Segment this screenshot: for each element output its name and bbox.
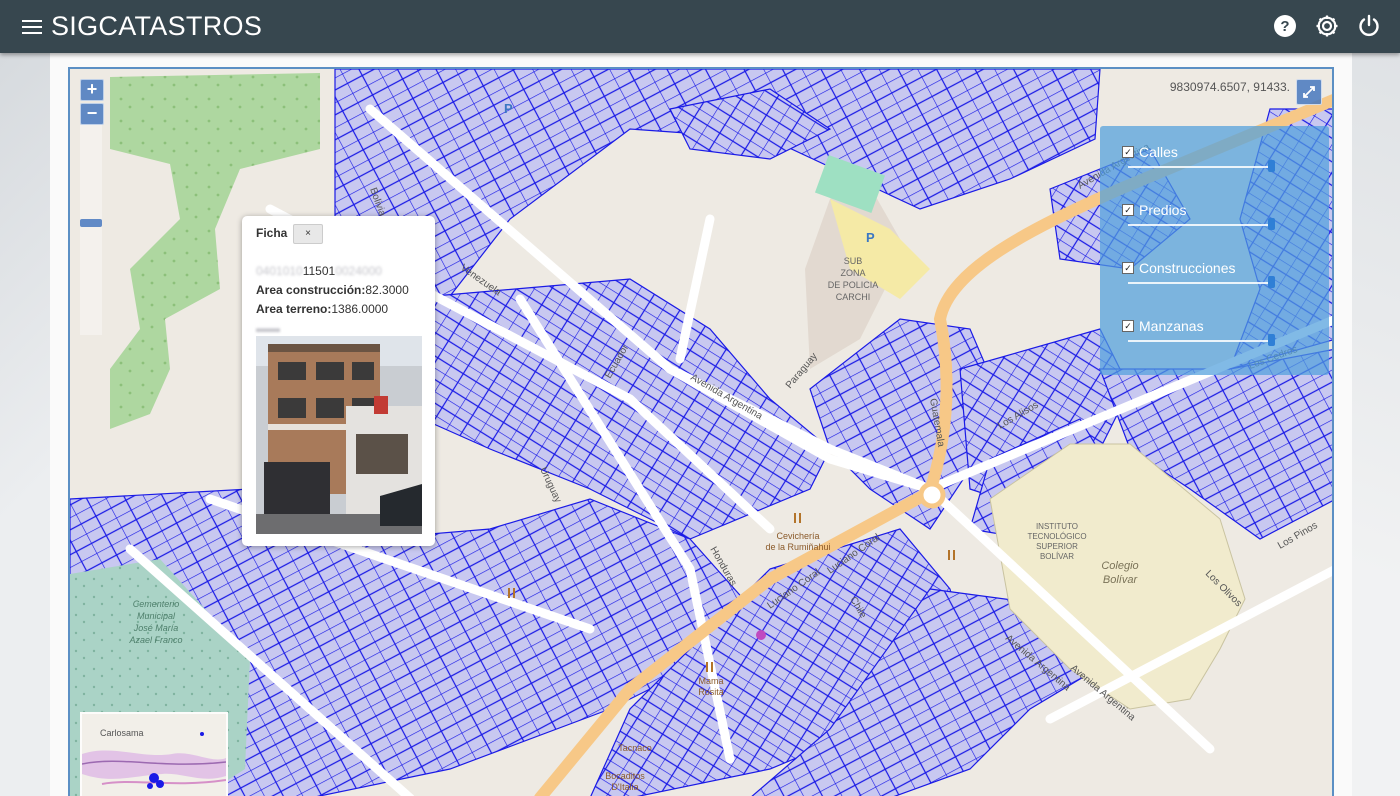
fullscreen-button[interactable] [1296,79,1322,105]
zoom-control: + − [80,79,104,335]
page-background-right [1352,53,1400,796]
layer-toggle-predios[interactable]: ✓ Predios [1122,202,1302,218]
zoom-in-button[interactable]: + [80,79,104,101]
checkbox-icon[interactable]: ✓ [1122,262,1134,274]
cemetery-label-4: Azael Franco [128,635,182,645]
checkbox-icon[interactable]: ✓ [1122,320,1134,332]
layer-row-construcciones: ✓ Construcciones [1122,260,1302,288]
zoom-out-button[interactable]: − [80,103,104,125]
restaurant-label-2: de la Rumiñahui [765,542,830,552]
restaurant-label-3: Mama [698,676,723,686]
layer-switcher: ✓ Calles ✓ Predios ✓ Construcciones ✓ Manzan… [1100,126,1329,375]
layer-toggle-calles[interactable]: ✓ Calles [1122,144,1302,160]
clave-catastral: 0401010115010024000 [256,264,382,278]
app-title: SIGCATASTROS [51,11,263,41]
restaurant-icon [706,662,708,672]
layer-label: Calles [1139,144,1178,160]
feature-info-popup: Ficha × 0401010115010024000 Area constru… [242,216,435,546]
layer-row-calles: ✓ Calles [1122,144,1302,172]
opacity-slider[interactable] [1128,340,1268,342]
layer-label: Manzanas [1139,318,1204,334]
opacity-slider[interactable] [1128,224,1268,226]
restaurant-icon [794,513,796,523]
popup-close-button[interactable]: × [293,224,323,244]
institute-label-1: INSTITUTO [1036,522,1078,531]
opacity-slider-knob[interactable] [1268,334,1275,346]
settings-gear-icon[interactable] [1314,13,1340,39]
institute-label-2: TECNOLÓGICO [1027,532,1086,541]
layer-row-predios: ✓ Predios [1122,202,1302,230]
cemetery-label: Cementerio [133,599,180,609]
layer-toggle-construcciones[interactable]: ✓ Construcciones [1122,260,1302,276]
coordinates-readout: 9830974.6507, 91433. [1169,80,1290,94]
institute-label-4: BOLÍVAR [1040,552,1074,561]
layer-label: Construcciones [1139,260,1236,276]
restaurant-icon [948,550,950,560]
page-background-left [0,53,50,796]
map-viewport[interactable]: Luciano Coral Luciano Coral Guatemala Av… [68,67,1334,796]
expand-icon [1303,86,1315,98]
cemetery-label-2: Municipal [137,611,176,621]
overview-minimap[interactable]: Carlosama [80,712,228,796]
opacity-slider-knob[interactable] [1268,218,1275,230]
institute-label-3: SUPERIOR [1036,542,1078,551]
parking-icon: P [504,101,513,116]
property-photo[interactable] [256,336,422,534]
restaurant-label-4: Rosita [698,687,724,697]
zoom-slider[interactable] [80,125,102,335]
parking-icon: P [866,230,875,245]
police-label-3: DE POLICIA [828,280,879,290]
checkbox-icon[interactable]: ✓ [1122,146,1134,158]
school-label: Colegio [1101,560,1138,572]
area-construccion: Area construcción:82.3000 [256,283,409,297]
police-label-2: ZONA [840,268,865,278]
police-label-4: CARCHI [836,292,871,302]
app-header: SIGCATASTROS ? [0,0,1400,53]
school-label-2: Bolívar [1103,574,1139,586]
bakery-label: Bocaditos [605,771,645,781]
popup-body: 0401010115010024000 Area construcción:82… [256,262,409,338]
menu-icon[interactable] [22,19,44,35]
building-photo-image [256,336,422,534]
layer-row-manzanas: ✓ Manzanas [1122,318,1302,346]
opacity-slider-knob[interactable] [1268,276,1275,288]
layer-toggle-manzanas[interactable]: ✓ Manzanas [1122,318,1302,334]
popup-title: Ficha [256,226,288,240]
layer-label: Predios [1139,202,1187,218]
minimap-label: Carlosama [100,728,144,738]
power-icon[interactable] [1356,13,1382,39]
bakery-label-2: D'Italia [611,782,638,792]
opacity-slider[interactable] [1128,166,1268,168]
opacity-slider[interactable] [1128,282,1268,284]
restaurant-icon [508,588,510,598]
checkbox-icon[interactable]: ✓ [1122,204,1134,216]
shop-label: Tacnaco [618,743,652,753]
cemetery-label-3: José María [133,623,179,633]
svg-text:?: ? [1280,18,1289,35]
police-label-1: SUB [844,256,863,266]
overview-map-image [82,714,226,796]
help-icon[interactable]: ? [1272,13,1298,39]
opacity-slider-knob[interactable] [1268,160,1275,172]
zoom-slider-thumb[interactable] [80,219,102,227]
shop-icon [756,630,766,640]
restaurant-label: Cevichería [776,531,819,541]
area-terreno: Area terreno:1386.0000 [256,302,389,316]
